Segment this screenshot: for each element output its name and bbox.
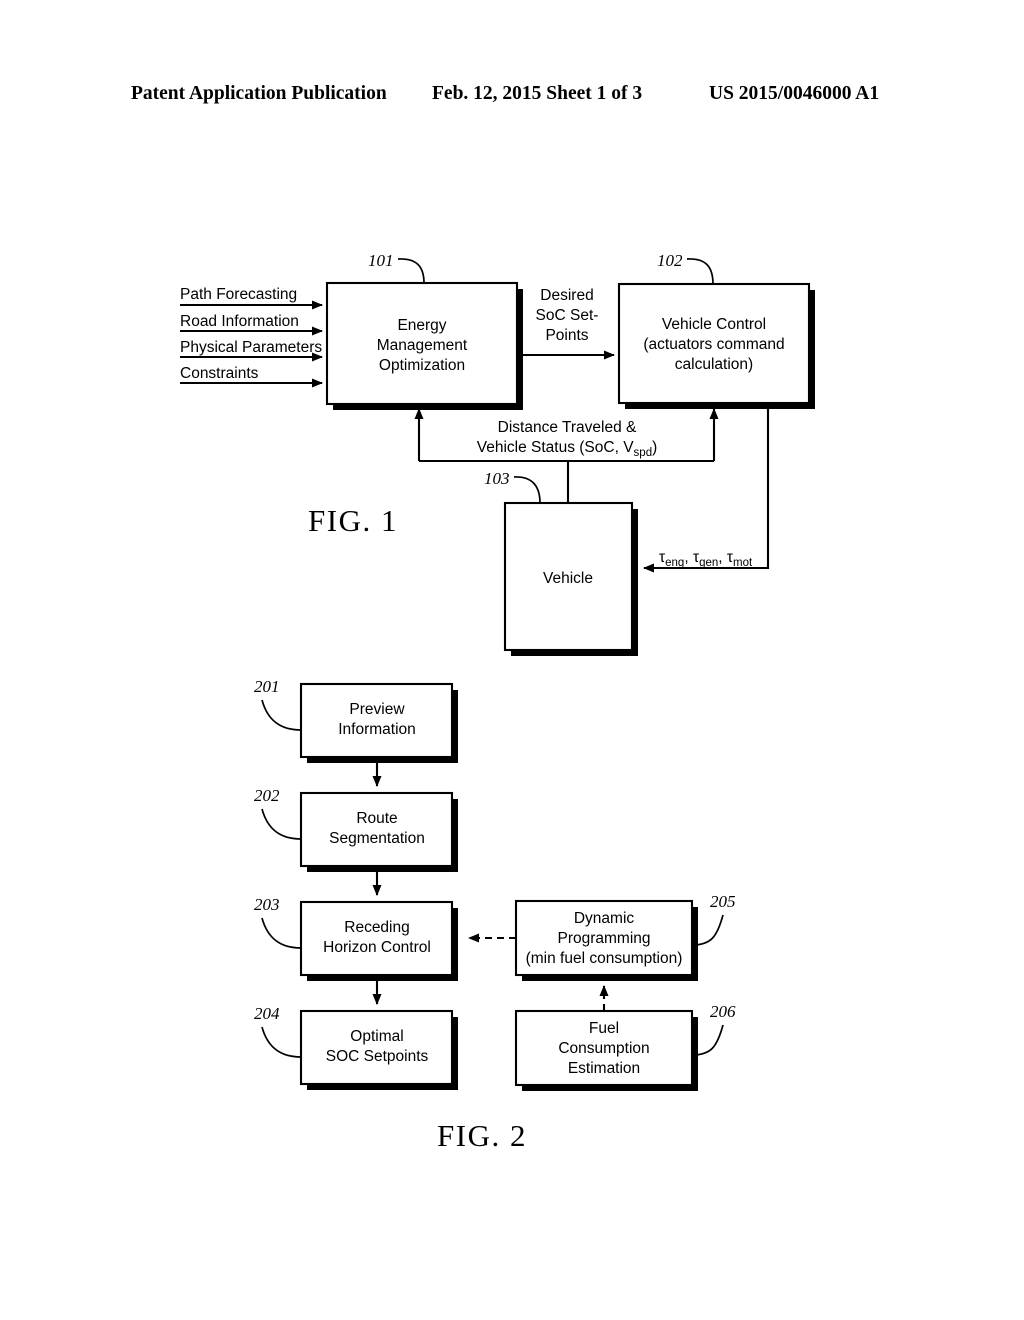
torque-eng-subscript: eng (665, 557, 684, 569)
figure-2: Preview Information 201 Route Segmentati… (254, 677, 736, 1153)
block-201-line-1: Preview (349, 701, 405, 718)
fig1-ref-102: 102 (657, 251, 714, 285)
fig1-signal-torque-commands: τeng, τgen, τmot (643, 403, 770, 573)
block-203-line-2: Horizon Control (323, 939, 431, 956)
fig2-block-preview-information: Preview Information (299, 682, 458, 763)
torque-mot-subscript: mot (733, 557, 753, 569)
fig2-ref-205: 205 (691, 892, 736, 946)
figures-canvas: Path Forecasting Road Information Physic… (180, 251, 815, 1153)
feedback-label-line-2: Vehicle Status (SoC, Vspd) (477, 439, 658, 459)
ref-numeral-206: 206 (710, 1002, 736, 1021)
block-205-line-1: Dynamic (574, 910, 635, 927)
ref-numeral-205: 205 (710, 892, 736, 911)
signal-desired-soc-line-3: Points (545, 327, 588, 344)
fig2-block-receding-horizon-control: Receding Horizon Control (299, 900, 458, 981)
block-102-line-2: (actuators command (643, 336, 784, 353)
block-202-line-2: Segmentation (329, 830, 425, 847)
input-label-constraints: Constraints (180, 365, 259, 382)
figure-1: Path Forecasting Road Information Physic… (180, 251, 815, 656)
fig2-ref-201: 201 (254, 677, 302, 731)
fig1-ref-101: 101 (368, 251, 425, 284)
block-102-line-3: calculation) (675, 356, 753, 373)
fig2-block-route-segmentation: Route Segmentation (299, 791, 458, 872)
block-206-line-2: Consumption (558, 1040, 649, 1057)
fig1-signal-desired-soc-setpoints: Desired SoC Set- Points (517, 287, 615, 360)
fig1-ref-103: 103 (484, 469, 541, 504)
fig1-block-energy-management-optimization: Energy Management Optimization (325, 281, 523, 410)
feedback-label-subscript: spd (634, 447, 653, 459)
ref-numeral-102: 102 (657, 251, 683, 270)
block-204-line-1: Optimal (350, 1028, 403, 1045)
block-101-line-3: Optimization (379, 357, 465, 374)
block-101-line-2: Management (377, 337, 468, 354)
signal-desired-soc-line-1: Desired (540, 287, 593, 304)
fig2-block-fuel-consumption-estimation: Fuel Consumption Estimation (514, 1009, 698, 1091)
ref-numeral-201: 201 (254, 677, 280, 696)
patent-drawing-page: Patent Application Publication Feb. 12, … (0, 0, 1024, 1320)
block-206-line-1: Fuel (589, 1020, 619, 1037)
input-label-physical-parameters: Physical Parameters (180, 339, 322, 356)
fig1-input-path-forecasting: Path Forecasting (180, 286, 323, 310)
block-101-line-1: Energy (397, 317, 446, 334)
ref-numeral-202: 202 (254, 786, 280, 805)
feedback-label-line-1: Distance Traveled & (498, 419, 637, 436)
feedback-label-line-2-pre: Vehicle Status (SoC, V (477, 439, 634, 456)
fig1-input-road-information: Road Information (180, 313, 323, 336)
torque-separator-2: , (718, 549, 727, 566)
block-204-line-2: SOC Setpoints (326, 1048, 429, 1065)
fig1-feedback-bus: Distance Traveled & Vehicle Status (SoC,… (414, 408, 719, 503)
signal-desired-soc-line-2: SoC Set- (536, 307, 599, 324)
torque-separator-1: , (684, 549, 693, 566)
block-201-line-2: Information (338, 721, 416, 738)
torque-gen-subscript: gen (699, 557, 718, 569)
block-102-line-1: Vehicle Control (662, 316, 766, 333)
fig1-block-vehicle: Vehicle (503, 501, 638, 656)
figure-2-caption: FIG. 2 (437, 1118, 527, 1153)
input-label-road-information: Road Information (180, 313, 299, 330)
fig1-block-vehicle-control: Vehicle Control (actuators command calcu… (617, 282, 815, 409)
block-203-line-1: Receding (344, 919, 410, 936)
ref-numeral-103: 103 (484, 469, 510, 488)
fig2-block-dynamic-programming: Dynamic Programming (min fuel consumptio… (514, 899, 698, 981)
block-103-line-1: Vehicle (543, 570, 593, 587)
input-label-path-forecasting: Path Forecasting (180, 286, 297, 303)
figure-1-caption: FIG. 1 (308, 503, 398, 538)
fig2-ref-202: 202 (254, 786, 302, 840)
ref-numeral-101: 101 (368, 251, 394, 270)
block-205-line-2: Programming (557, 930, 650, 947)
fig2-block-optimal-soc-setpoints: Optimal SOC Setpoints (299, 1009, 458, 1090)
block-205-line-3: (min fuel consumption) (526, 950, 683, 967)
signal-torque-label: τeng, τgen, τmot (659, 549, 753, 569)
fig2-ref-206: 206 (691, 1002, 736, 1056)
block-206-line-3: Estimation (568, 1060, 640, 1077)
fig1-input-constraints: Constraints (180, 365, 323, 388)
fig2-ref-204: 204 (254, 1004, 302, 1058)
fig2-ref-203: 203 (254, 895, 302, 949)
block-202-line-1: Route (356, 810, 397, 827)
ref-numeral-204: 204 (254, 1004, 280, 1023)
feedback-label-line-2-post: ) (652, 439, 657, 456)
fig1-input-physical-parameters: Physical Parameters (180, 339, 323, 362)
ref-numeral-203: 203 (254, 895, 280, 914)
